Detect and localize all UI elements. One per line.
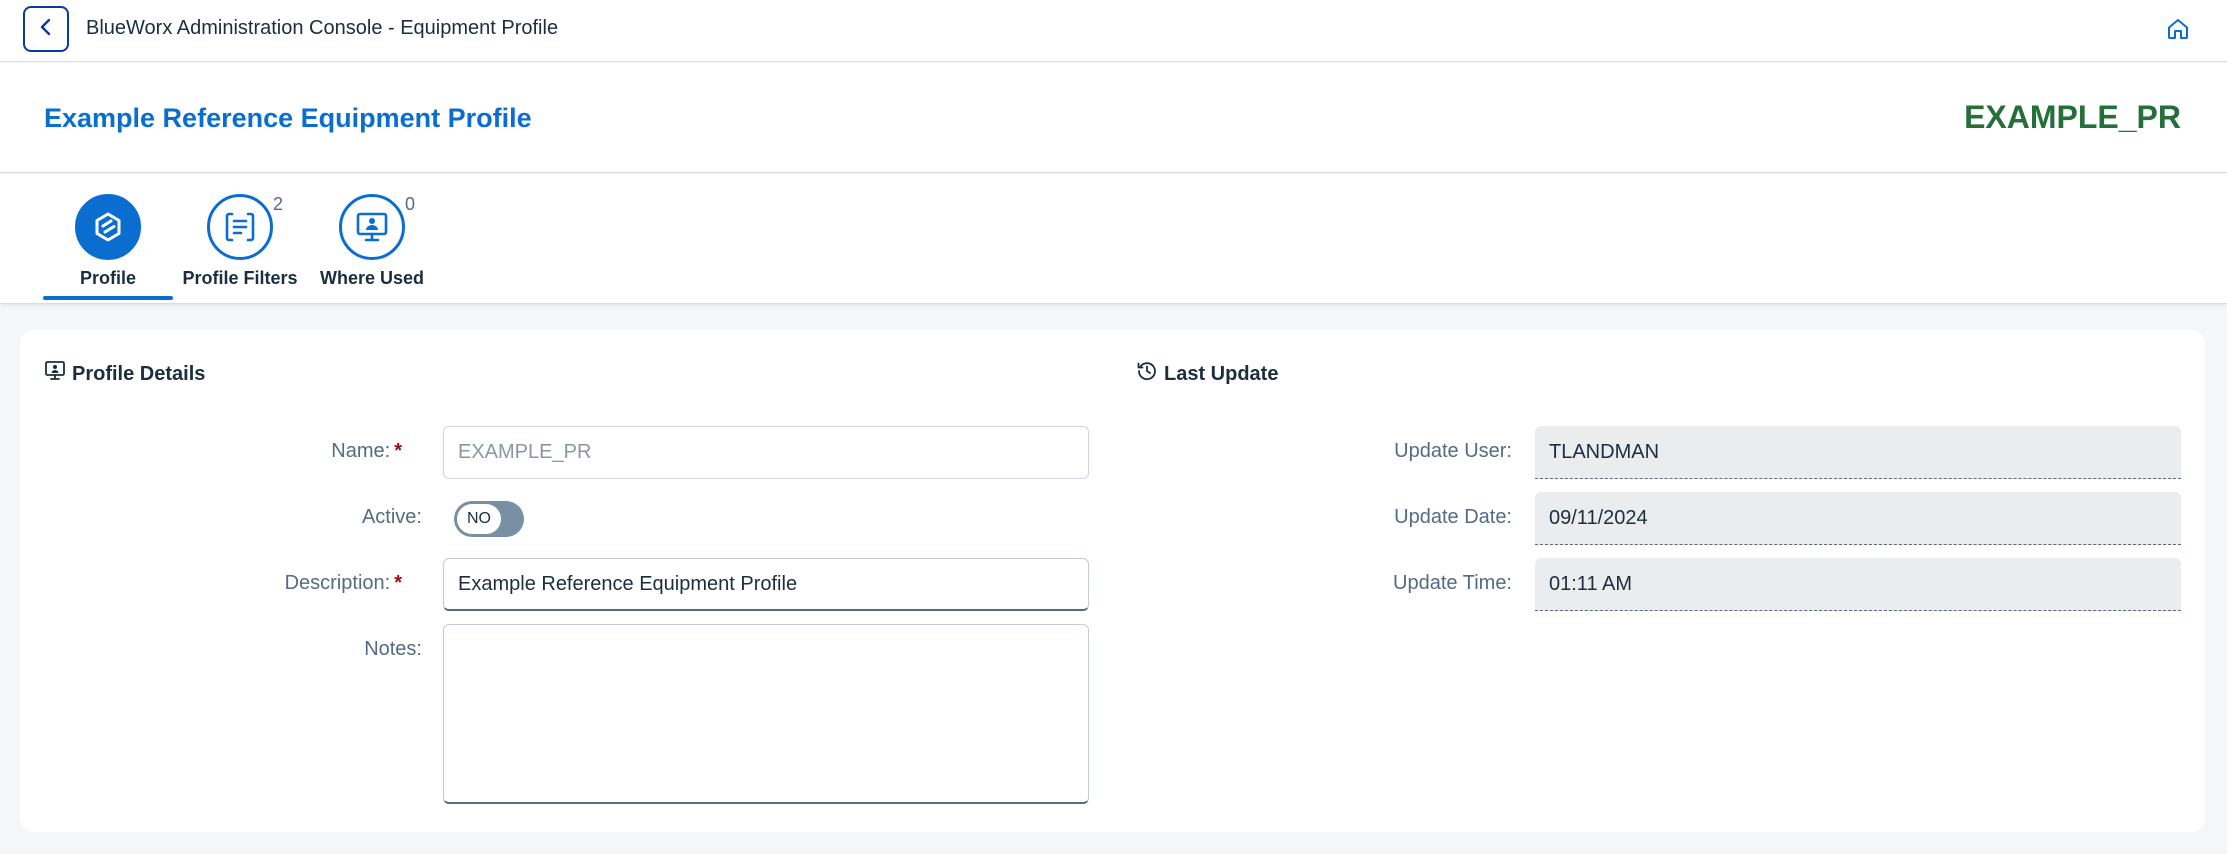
icon-tab-bar: Profile 2 Profile Filters 0 Where Used bbox=[0, 174, 2227, 304]
monitor-icon bbox=[44, 360, 66, 388]
content-card: Profile Details Name: * EXAMPLE_PR Active… bbox=[20, 330, 2205, 832]
app-title: BlueWorx Administration Console - Equipm… bbox=[86, 17, 559, 39]
history-icon bbox=[1136, 360, 1158, 388]
update-date-field: 09/11/2024 bbox=[1535, 492, 2181, 545]
home-icon bbox=[2166, 17, 2190, 46]
monitor-icon bbox=[339, 194, 405, 260]
object-id: EXAMPLE_PR bbox=[1964, 99, 2181, 135]
notes-textarea[interactable] bbox=[443, 624, 1089, 804]
update-time-field: 01:11 AM bbox=[1535, 558, 2181, 611]
name-field[interactable]: EXAMPLE_PR bbox=[443, 426, 1089, 479]
section-title: Last Update bbox=[1164, 362, 1279, 385]
shell-bar: BlueWorx Administration Console - Equipm… bbox=[0, 0, 2227, 62]
update-time-label: Update Time: bbox=[1393, 572, 1512, 594]
profile-details-heading: Profile Details bbox=[44, 360, 205, 388]
update-user-field: TLANDMAN bbox=[1535, 426, 2181, 479]
selected-tab-indicator bbox=[43, 296, 173, 300]
tab-label: Profile Filters bbox=[182, 268, 298, 288]
tab-count: 0 bbox=[405, 194, 416, 214]
tab-label: Where Used bbox=[319, 268, 425, 288]
required-marker: * bbox=[394, 440, 402, 462]
profile-icon bbox=[75, 194, 141, 260]
name-value: EXAMPLE_PR bbox=[458, 441, 592, 463]
tab-where-used[interactable]: 0 Where Used bbox=[307, 194, 437, 300]
update-user-label: Update User: bbox=[1394, 440, 1512, 462]
object-header: Example Reference Equipment Profile EXAM… bbox=[0, 63, 2227, 173]
notes-label: Notes: bbox=[364, 638, 422, 660]
section-title: Profile Details bbox=[72, 362, 206, 385]
update-time-value: 01:11 AM bbox=[1549, 572, 1633, 595]
back-button[interactable] bbox=[23, 6, 69, 52]
required-marker: * bbox=[394, 572, 402, 594]
tab-label: Profile bbox=[79, 268, 136, 288]
tab-count: 2 bbox=[273, 194, 284, 214]
update-date-value: 09/11/2024 bbox=[1549, 506, 1648, 529]
description-field[interactable]: Example Reference Equipment Profile bbox=[443, 558, 1089, 611]
description-value: Example Reference Equipment Profile bbox=[458, 572, 798, 595]
name-label-text: Name: bbox=[331, 440, 391, 462]
tab-profile[interactable]: Profile bbox=[43, 194, 173, 300]
last-update-heading: Last Update bbox=[1136, 360, 1278, 388]
update-user-value: TLANDMAN bbox=[1549, 440, 1660, 463]
filter-list-icon bbox=[207, 194, 273, 260]
description-label-text: Description: bbox=[284, 572, 391, 594]
active-label: Active: bbox=[361, 506, 422, 528]
chevron-left-icon bbox=[38, 18, 54, 41]
name-label: Name: * bbox=[42, 440, 402, 463]
active-switch[interactable]: NO bbox=[454, 501, 524, 537]
update-date-label: Update Date: bbox=[1394, 506, 1512, 528]
tab-profile-filters[interactable]: 2 Profile Filters bbox=[175, 194, 305, 300]
description-label: Description: * bbox=[42, 572, 402, 595]
page-title: Example Reference Equipment Profile bbox=[44, 103, 532, 133]
home-button[interactable] bbox=[2163, 16, 2193, 46]
active-switch-text: NO bbox=[457, 504, 501, 534]
